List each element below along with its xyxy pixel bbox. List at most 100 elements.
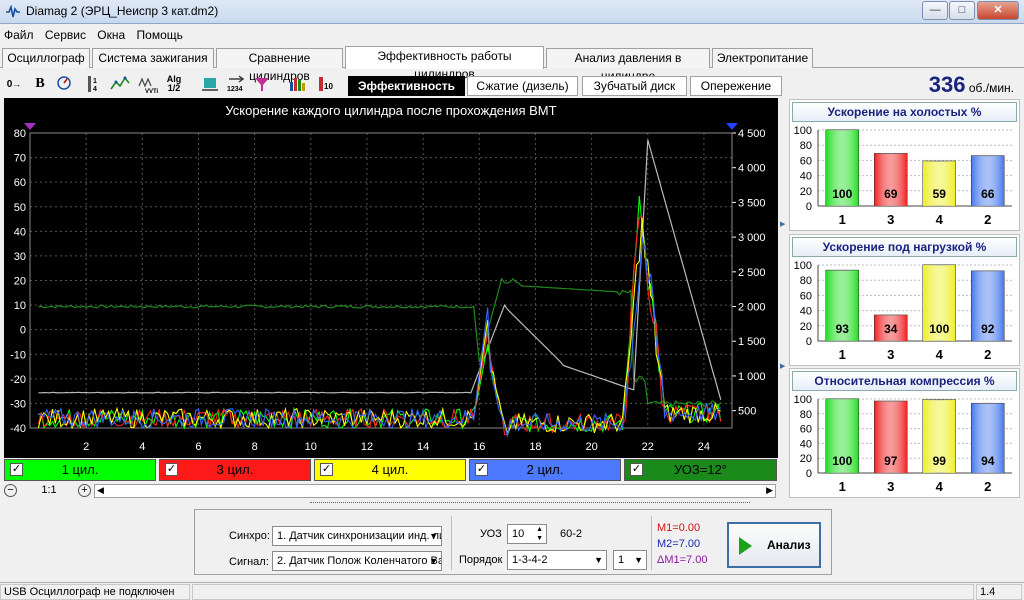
sensor-icon[interactable]	[200, 74, 220, 94]
bar-y-tick-label: 80	[800, 140, 812, 152]
y-tick-label: 70	[14, 153, 26, 165]
menu-windows[interactable]: Окна	[93, 25, 129, 45]
tab-cylinder-compare[interactable]: Сравнение цилиндров	[216, 48, 343, 83]
subtab-toothed-disc[interactable]: Зубчатый диск	[582, 76, 687, 96]
bar-y-tick-label: 100	[794, 260, 812, 272]
svg-text:10: 10	[324, 82, 333, 91]
bar-value-label: 100	[832, 454, 852, 468]
legend-cyl-4[interactable]: ✓ 4 цил.	[314, 459, 466, 481]
tab-pressure-analysis[interactable]: Анализ давления в цилиндре	[546, 48, 710, 83]
bar-value-label: 92	[981, 322, 995, 336]
delta-m1-readout: ΔM1=7.00	[657, 554, 708, 566]
legend-uoz[interactable]: ✓ УОЗ=12°	[624, 459, 777, 481]
graph-icon[interactable]	[110, 74, 130, 94]
svg-text:1: 1	[93, 78, 97, 85]
bar-value-label: 69	[884, 187, 898, 201]
y-tick-label: -10	[10, 349, 26, 361]
rpm-icon[interactable]	[54, 74, 74, 94]
subtab-efficiency[interactable]: Эффективность	[348, 76, 465, 96]
bar-category-label: 3	[887, 347, 894, 362]
legend-cyl-3[interactable]: ✓ 3 цил.	[159, 459, 311, 481]
load-acceleration-chart: 100 80 60 40 20 0 93 1 34 3 100 4 92 2	[794, 260, 1012, 362]
close-button[interactable]: ✕	[977, 1, 1019, 20]
scroll-right-icon[interactable]: ▶	[766, 485, 773, 496]
sync-select[interactable]: 1. Датчик синхронизации инд. лин ▼	[272, 526, 442, 546]
y-tick-label: -30	[10, 398, 26, 410]
x-tick-label: 18	[529, 441, 541, 453]
filter-icon[interactable]	[252, 74, 272, 94]
bar-category-label: 4	[936, 212, 944, 227]
x-tick-label: 12	[361, 441, 373, 453]
checkbox-icon[interactable]: ✓	[320, 463, 333, 476]
menu-bar: Файл Сервис Окна Помощь	[0, 25, 1024, 45]
zoom-in-icon[interactable]: +	[78, 484, 91, 497]
cylinder-order-icon[interactable]: 14	[86, 74, 106, 94]
bars-icon[interactable]	[288, 74, 308, 94]
bar-y-tick-label: 0	[806, 336, 812, 348]
y-tick-label: -40	[10, 423, 26, 435]
bar-value-label: 100	[832, 187, 852, 201]
bar-y-tick-label: 60	[800, 424, 812, 436]
dropdown-arrow-icon[interactable]: ▼	[429, 552, 438, 570]
bar-value-label: 66	[981, 187, 995, 201]
bar-y-tick-label: 60	[800, 155, 812, 167]
dropdown-arrow-icon[interactable]: ▼	[429, 527, 438, 545]
checkbox-icon[interactable]: ✓	[165, 463, 178, 476]
tab-cylinder-efficiency[interactable]: Эффективность работы цилиндров	[345, 46, 544, 81]
offset-icon[interactable]: 0→	[4, 74, 24, 94]
bar-y-tick-label: 20	[800, 453, 812, 465]
panel-load-acceleration: Ускорение под нагрузкой % 100 80 60 40 20 0 93…	[789, 234, 1020, 366]
order-select[interactable]: 1-3-4-2 ▼	[507, 550, 607, 570]
main-tabs: Осциллограф Система зажигания Сравнение …	[0, 46, 1024, 83]
menu-help[interactable]: Помощь	[133, 25, 187, 45]
menu-file[interactable]: Файл	[0, 25, 38, 45]
title-bar: Diamag 2 (ЭРЦ_Неиспр 3 кат.dm2) — □ ✕	[0, 0, 1024, 24]
order-label: Порядок	[459, 554, 503, 566]
checkbox-icon[interactable]: ✓	[475, 463, 488, 476]
horizontal-splitter[interactable]	[310, 502, 750, 508]
status-spacer	[192, 584, 974, 600]
checkbox-icon[interactable]: ✓	[630, 463, 643, 476]
legend-label: УОЗ=12°	[673, 462, 728, 477]
dropdown-arrow-icon[interactable]: ▼	[594, 551, 603, 569]
zoom-out-icon[interactable]: −	[4, 484, 17, 497]
minimize-button[interactable]: —	[922, 1, 948, 20]
tab-power-supply[interactable]: Электропитание	[712, 48, 813, 68]
bold-icon[interactable]: B	[30, 74, 50, 94]
window-title: Diamag 2 (ЭРЦ_Неиспр 3 кат.dm2)	[26, 4, 219, 18]
bar-y-tick-label: 40	[800, 171, 812, 183]
subtab-compression[interactable]: Сжатие (дизель)	[467, 76, 578, 96]
rpm-value: 336	[928, 72, 966, 97]
order-number-select[interactable]: 1 ▼	[613, 550, 647, 570]
report-icon[interactable]: 10	[316, 74, 336, 94]
horizontal-scrollbar[interactable]: ◀ ▶	[94, 484, 776, 498]
uoz-spinner[interactable]: 10 ▲ ▼	[507, 524, 547, 544]
tab-ignition[interactable]: Система зажигания	[92, 48, 214, 68]
y-tick-label: 50	[14, 202, 26, 214]
vvt-icon[interactable]: VVTi	[138, 74, 159, 95]
analysis-settings: Синхро: 1. Датчик синхронизации инд. лин…	[194, 509, 832, 575]
chart-svg[interactable]: Ускорение каждого цилиндра после прохожд…	[4, 98, 778, 458]
menu-service[interactable]: Сервис	[41, 25, 90, 45]
acceleration-chart[interactable]: Ускорение каждого цилиндра после прохожд…	[4, 98, 778, 458]
scroll-left-icon[interactable]: ◀	[97, 485, 104, 496]
bar-y-tick-label: 60	[800, 290, 812, 302]
y-right-tick-label: 4 500	[738, 128, 766, 140]
spinner-arrows-icon[interactable]: ▲ ▼	[536, 525, 543, 543]
svg-text:4: 4	[93, 86, 97, 93]
subtab-advance[interactable]: Опережение	[690, 76, 782, 96]
legend-cyl-1[interactable]: ✓ 1 цил.	[4, 459, 156, 481]
sequence-icon[interactable]: 1234	[226, 74, 246, 94]
checkbox-icon[interactable]: ✓	[10, 463, 23, 476]
series-line-cyl-2	[37, 216, 722, 436]
maximize-button[interactable]: □	[949, 1, 975, 20]
y-right-tick-label: 4 000	[738, 163, 766, 175]
signal-select[interactable]: 2. Датчик Полож Коленчатого Вал ▼	[272, 551, 442, 571]
bar-category-label: 3	[887, 212, 894, 227]
analyze-button[interactable]: Анализ	[727, 522, 821, 568]
vertical-splitter[interactable]: ▶ ▶	[780, 220, 786, 380]
legend-cyl-2[interactable]: ✓ 2 цил.	[469, 459, 621, 481]
algorithm-icon[interactable]: Alg 1/2	[164, 74, 184, 94]
tab-oscilloscope[interactable]: Осциллограф	[2, 48, 90, 68]
dropdown-arrow-icon[interactable]: ▼	[634, 551, 643, 569]
